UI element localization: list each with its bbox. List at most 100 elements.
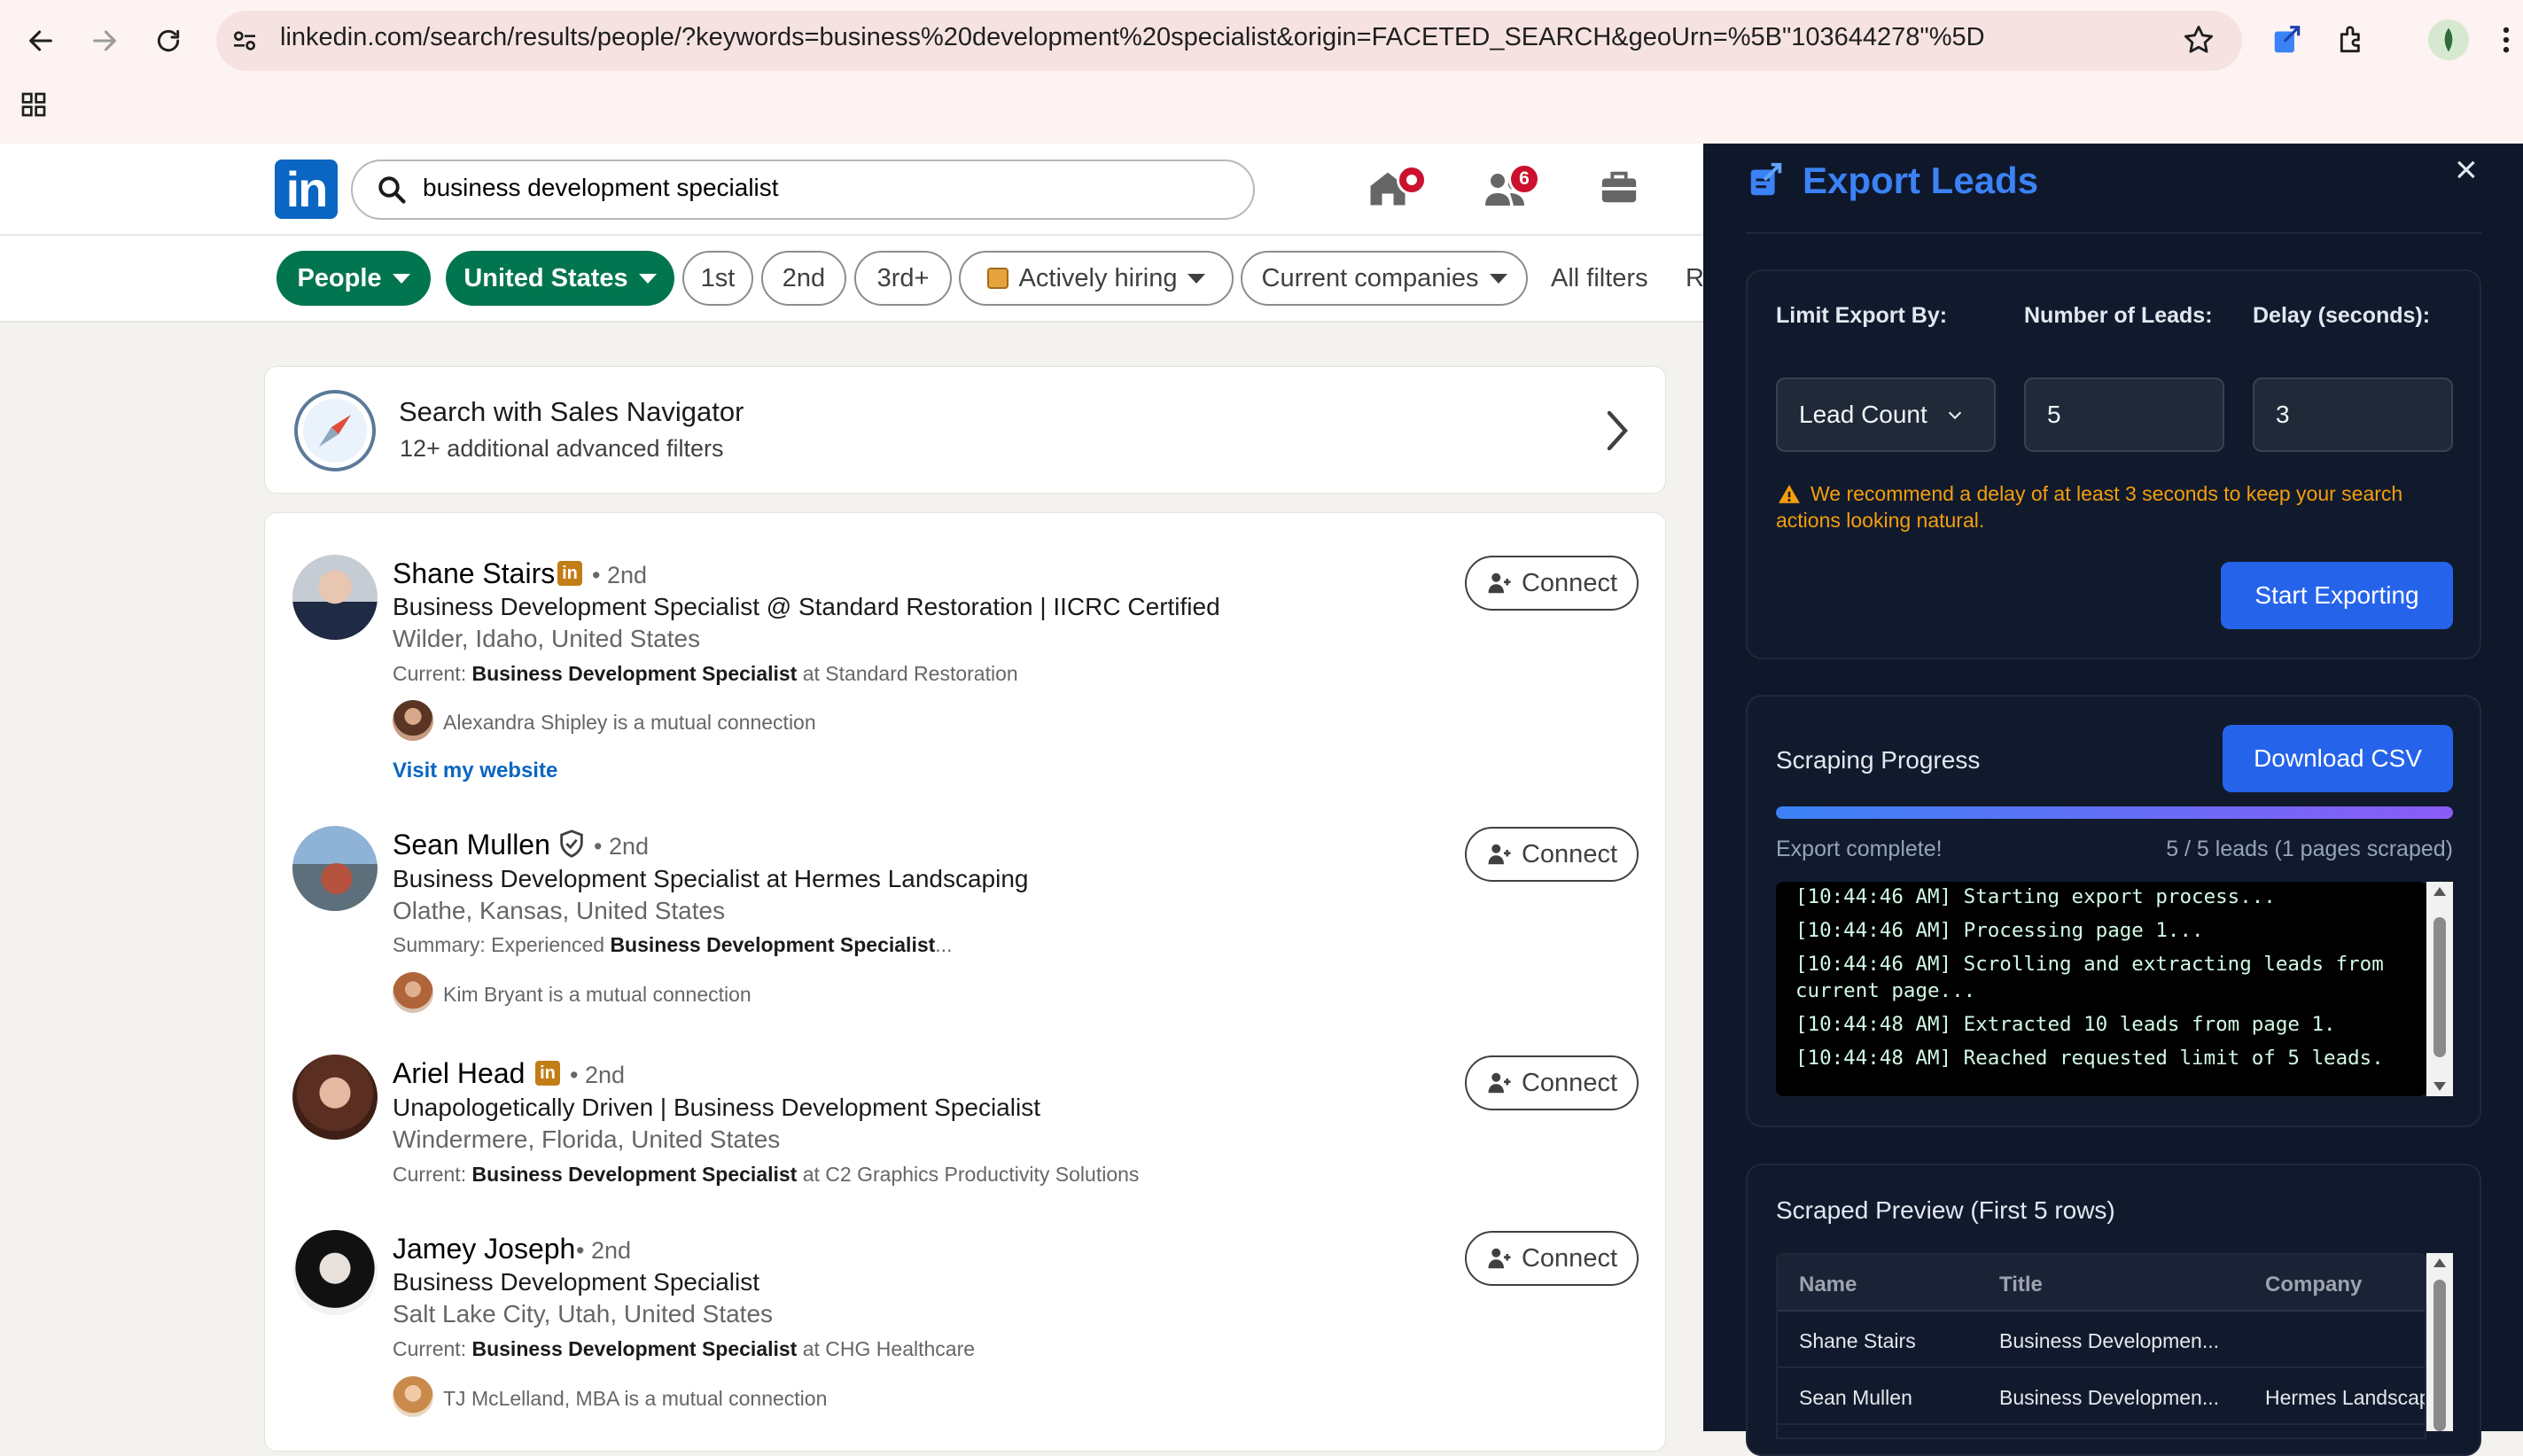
log-line: [10:44:46 AM] Starting export process...	[1795, 885, 2276, 908]
table-row: Sean Mullen Business Developmen... Herme…	[1778, 1368, 2425, 1425]
log-line: current page...	[1795, 979, 1976, 1002]
filter-current-companies[interactable]: Current companies	[1241, 251, 1528, 306]
delay-input[interactable]: 3	[2253, 378, 2453, 452]
scroll-up-icon[interactable]	[2433, 887, 2446, 896]
column-header-name: Name	[1799, 1273, 1857, 1296]
sales-navigator-card[interactable]	[264, 366, 1666, 494]
connect-button[interactable]: Connect	[1465, 1055, 1639, 1110]
filter-1st[interactable]: 1st	[682, 251, 753, 306]
connect-label: Connect	[1521, 568, 1617, 597]
current-highlight: Business Development Specialist	[471, 1337, 798, 1360]
filter-actively-hiring[interactable]: Actively hiring	[959, 251, 1234, 306]
connect-button[interactable]: Connect	[1465, 1231, 1639, 1286]
limit-export-select[interactable]: Lead Count	[1776, 378, 1996, 452]
panel-divider	[1746, 232, 2481, 234]
result-name[interactable]: Shane Stairs	[393, 557, 555, 590]
progress-bar	[1776, 806, 2453, 819]
export-extension-icon	[1746, 160, 1787, 200]
table-scrollbar[interactable]	[2426, 1253, 2453, 1431]
summary-prefix: Summary: Experienced	[393, 933, 611, 956]
chevron-down-icon	[638, 273, 657, 284]
limit-export-value: Lead Count	[1799, 401, 1927, 428]
reload-icon	[157, 29, 180, 52]
start-exporting-button[interactable]: Start Exporting	[2221, 562, 2453, 629]
add-person-icon	[1488, 1248, 1511, 1269]
back-button[interactable]	[14, 14, 67, 67]
summary-highlight: Business Development Specialist	[610, 933, 936, 956]
result-name[interactable]: Jamey Joseph	[393, 1233, 575, 1265]
current-highlight: Business Development Specialist	[471, 1163, 798, 1186]
avatar[interactable]	[292, 826, 378, 911]
reload-button[interactable]	[142, 14, 195, 67]
profile-avatar[interactable]	[2428, 19, 2469, 60]
filter-3rd[interactable]: 3rd+	[854, 251, 952, 306]
scroll-down-icon[interactable]	[2433, 1082, 2446, 1091]
mutual-connection[interactable]: Alexandra Shipley is a mutual connection	[443, 711, 816, 735]
delay-label: Delay (seconds):	[2253, 303, 2431, 328]
export-extension-icon[interactable]	[2270, 23, 2304, 57]
connect-button[interactable]: Connect	[1465, 827, 1639, 882]
log-scrollbar[interactable]	[2426, 882, 2453, 1096]
log-line: [10:44:46 AM] Processing page 1...	[1795, 919, 2204, 942]
scroll-thumb[interactable]	[2433, 917, 2446, 1057]
cell-title: Business Developmen...	[1999, 1329, 2220, 1352]
all-filters-link[interactable]: All filters	[1551, 264, 1648, 293]
home-notification-dot	[1397, 165, 1427, 195]
avatar[interactable]	[292, 1055, 378, 1140]
result-current: Current: Business Development Specialist…	[393, 1163, 1139, 1187]
avatar[interactable]	[292, 1230, 378, 1315]
current-suffix: at C2 Graphics Productivity Solutions	[797, 1163, 1140, 1186]
limit-export-label: Limit Export By:	[1776, 303, 1948, 328]
apps-grid-icon[interactable]	[19, 90, 48, 119]
mutual-avatar	[393, 972, 433, 1013]
linkedin-logo[interactable]: in	[275, 160, 338, 219]
connect-button[interactable]: Connect	[1465, 556, 1639, 611]
visit-website-link[interactable]: Visit my website	[393, 759, 557, 783]
preview-title: Scraped Preview (First 5 rows)	[1776, 1196, 2115, 1224]
download-csv-button[interactable]: Download CSV	[2223, 725, 2453, 792]
connection-degree: • 2nd	[576, 1237, 632, 1264]
url-text[interactable]: linkedin.com/search/results/people/?keyw…	[280, 23, 1985, 52]
forward-button[interactable]	[78, 14, 131, 67]
mutual-connection[interactable]: Kim Bryant is a mutual connection	[443, 983, 751, 1007]
mutual-connection[interactable]: TJ McLelland, MBA is a mutual connection	[443, 1387, 827, 1411]
delay-warning-line1: We recommend a delay of at least 3 secon…	[1810, 482, 2403, 505]
progress-status: Export complete!	[1776, 837, 1943, 861]
verified-shield-icon	[557, 829, 587, 859]
scroll-thumb[interactable]	[2433, 1280, 2446, 1431]
column-header-title: Title	[1999, 1273, 2043, 1296]
reset-filters-link[interactable]: R	[1686, 264, 1704, 293]
table-row: Shane Stairs Business Developmen...	[1778, 1312, 2425, 1368]
result-name[interactable]: Sean Mullen	[393, 829, 550, 861]
linkedin-premium-badge-icon: in	[535, 1061, 560, 1086]
connection-degree: • 2nd	[594, 833, 650, 860]
result-headline: Unapologetically Driven | Business Devel…	[393, 1094, 1040, 1121]
scroll-up-icon[interactable]	[2433, 1258, 2446, 1267]
filter-location[interactable]: United States	[446, 251, 674, 306]
bookmark-star-icon[interactable]	[2182, 23, 2215, 57]
browser-menu-icon[interactable]	[2499, 23, 2513, 57]
compass-icon	[292, 388, 378, 473]
search-value[interactable]: business development specialist	[423, 174, 779, 202]
network-notification-badge: 6	[1508, 163, 1540, 195]
close-icon[interactable]: ×	[2455, 151, 2478, 190]
chevron-down-icon	[392, 273, 410, 284]
result-location: Olathe, Kansas, United States	[393, 897, 726, 924]
jobs-nav-button[interactable]	[1599, 167, 1639, 207]
result-name[interactable]: Ariel Head	[393, 1057, 525, 1090]
avatar[interactable]	[292, 555, 378, 640]
progress-count: 5 / 5 leads (1 pages scraped)	[2166, 837, 2453, 861]
log-line: [10:44:48 AM] Reached requested limit of…	[1795, 1047, 2384, 1070]
filter-2nd[interactable]: 2nd	[761, 251, 846, 306]
warning-icon	[1778, 483, 1801, 506]
add-person-icon	[1488, 844, 1511, 865]
extensions-puzzle-icon[interactable]	[2336, 23, 2370, 57]
number-of-leads-input[interactable]: 5	[2024, 378, 2224, 452]
export-log[interactable]: [10:44:46 AM] Starting export process...…	[1776, 882, 2426, 1096]
result-location: Salt Lake City, Utah, United States	[393, 1300, 774, 1328]
site-settings-icon[interactable]	[230, 27, 259, 55]
chevron-right-icon	[1604, 409, 1629, 452]
filter-people[interactable]: People	[276, 251, 431, 306]
summary-suffix: ...	[935, 933, 953, 956]
current-suffix: at CHG Healthcare	[797, 1337, 976, 1360]
